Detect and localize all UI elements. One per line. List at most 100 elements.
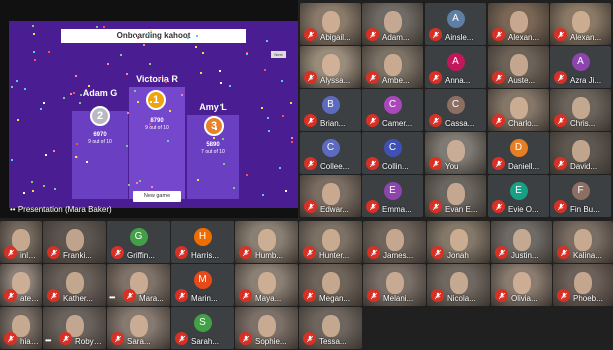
participant-tile[interactable]: C Collin...	[362, 132, 423, 174]
medal-icon: 3	[204, 116, 224, 136]
participant-tile[interactable]: David...	[550, 132, 611, 174]
participant-tile[interactable]: Alexan...	[550, 3, 611, 45]
participant-tile[interactable]: inley...	[0, 221, 42, 263]
participant-tile[interactable]: G Griffin...	[107, 221, 170, 263]
participant-tile[interactable]: M Marin...	[171, 264, 234, 306]
participant-tile[interactable]: Ambe...	[362, 46, 423, 88]
participant-name: Edwar...	[320, 205, 349, 214]
participant-tile[interactable]: S Sarah...	[171, 307, 234, 349]
participant-tile[interactable]: Justin...	[491, 221, 552, 263]
participant-name: Kalina...	[573, 251, 602, 260]
mic-muted-icon	[175, 246, 188, 259]
participant-tile[interactable]: Auste...	[488, 46, 549, 88]
participant-name: Auste...	[508, 76, 536, 85]
participant-name: ate R...	[20, 294, 40, 303]
participant-tile[interactable]: C Camer...	[362, 89, 423, 131]
mic-muted-icon	[554, 114, 567, 127]
participant-tile[interactable]: Kalina...	[553, 221, 613, 263]
participant-tile[interactable]: Tessa...	[299, 307, 362, 349]
participant-tile[interactable]: Adam...	[362, 3, 423, 45]
more-options-icon[interactable]: •••	[45, 336, 51, 345]
participant-tile[interactable]: Jonah	[427, 221, 490, 263]
participant-name: inley...	[20, 251, 40, 260]
podium-name-1: Victoria R	[136, 74, 178, 84]
mic-muted-icon	[366, 28, 379, 41]
participant-tile[interactable]: Maya...	[235, 264, 298, 306]
participant-tile[interactable]: Chris...	[550, 89, 611, 131]
confetti-piece	[245, 53, 248, 56]
participant-name: Cassa...	[445, 119, 475, 128]
next-button[interactable]: Next	[271, 51, 286, 58]
confetti-piece	[291, 140, 294, 143]
participant-tile[interactable]: Kather...	[43, 264, 106, 306]
video-feed	[129, 314, 148, 337]
video-feed	[449, 271, 468, 294]
participant-tile[interactable]: ate R...	[0, 264, 42, 306]
avatar: H	[193, 227, 212, 246]
participant-tile[interactable]: B Brian...	[300, 89, 361, 131]
video-feed	[571, 96, 590, 119]
avatar: C	[383, 138, 402, 157]
participant-tile[interactable]: A Ainsle...	[425, 3, 486, 45]
participant-name: Franki...	[63, 251, 92, 260]
confetti-piece	[75, 155, 78, 158]
participant-tile[interactable]: Melani...	[363, 264, 426, 306]
confetti-piece	[233, 187, 236, 190]
more-options-icon[interactable]: •••	[109, 293, 115, 302]
participant-tile[interactable]: Abigail...	[300, 3, 361, 45]
participant-tile[interactable]: Phoeb...	[553, 264, 613, 306]
participant-tile[interactable]: C Cassa...	[425, 89, 486, 131]
participant-name: Phoeb...	[573, 294, 603, 303]
confetti-piece	[17, 118, 20, 121]
participant-tile[interactable]: You	[425, 132, 486, 174]
avatar: D	[509, 138, 528, 157]
participant-name: Alexan...	[570, 33, 602, 42]
confetti-piece	[281, 80, 284, 83]
participant-name: Griffin...	[127, 251, 155, 260]
participant-tile[interactable]: hiann...	[0, 307, 42, 349]
participant-tile[interactable]: Olivia...	[491, 264, 552, 306]
participant-tile[interactable]: E Emma...	[362, 175, 423, 217]
participant-tile[interactable]: Alyssa...	[300, 46, 361, 88]
participant-tile[interactable]: Evan E...	[425, 175, 486, 217]
participant-tile[interactable]: Megan...	[299, 264, 362, 306]
participant-tile[interactable]: A Anna...	[425, 46, 486, 88]
presentation-tile[interactable]: Onboarding kahoot Next Adam G 2 6970 9 o…	[0, 0, 298, 218]
confetti-piece	[33, 50, 36, 53]
confetti-piece	[134, 89, 137, 92]
participant-tile[interactable]: C Collee...	[300, 132, 361, 174]
video-feed	[571, 10, 590, 33]
participant-tile[interactable]: Sophie...	[235, 307, 298, 349]
confetti-piece	[148, 32, 151, 35]
participant-tile[interactable]: A Azra Ji...	[550, 46, 611, 88]
participant-tile[interactable]: Nicola...	[427, 264, 490, 306]
participant-tile[interactable]: Charlo...	[488, 89, 549, 131]
mic-muted-icon	[429, 200, 442, 213]
participant-tile[interactable]: Franki...	[43, 221, 106, 263]
participant-name: Sarah...	[191, 337, 220, 346]
confetti-piece	[23, 191, 26, 194]
participant-tile[interactable]: Edwar...	[300, 175, 361, 217]
participant-name: Olivia...	[511, 294, 538, 303]
participant-tile[interactable]: H Harris...	[171, 221, 234, 263]
participant-tile[interactable]: James...	[363, 221, 426, 263]
mic-muted-icon	[59, 332, 72, 345]
participant-name: Charlo...	[508, 119, 539, 128]
mic-muted-icon	[366, 114, 379, 127]
participant-tile[interactable]: ••• Mara...	[107, 264, 170, 306]
participant-tile[interactable]: Humb...	[235, 221, 298, 263]
participant-tile[interactable]: E Evie O...	[488, 175, 549, 217]
participant-tile[interactable]: Alexan...	[488, 3, 549, 45]
participant-tile[interactable]: Hunter...	[299, 221, 362, 263]
avatar: F	[571, 181, 590, 200]
mic-muted-icon	[492, 71, 505, 84]
avatar: C	[321, 138, 340, 157]
avatar: B	[321, 95, 340, 114]
participant-tile[interactable]: Sara...	[107, 307, 170, 349]
participant-tile[interactable]: D Daniell...	[488, 132, 549, 174]
participant-tile[interactable]: F Fin Bu...	[550, 175, 611, 217]
participant-name: Alyssa...	[320, 76, 351, 85]
participant-tile[interactable]: ••• Robyn...	[43, 307, 106, 349]
more-options-icon[interactable]: ••	[10, 205, 18, 214]
confetti-piece	[222, 137, 224, 140]
